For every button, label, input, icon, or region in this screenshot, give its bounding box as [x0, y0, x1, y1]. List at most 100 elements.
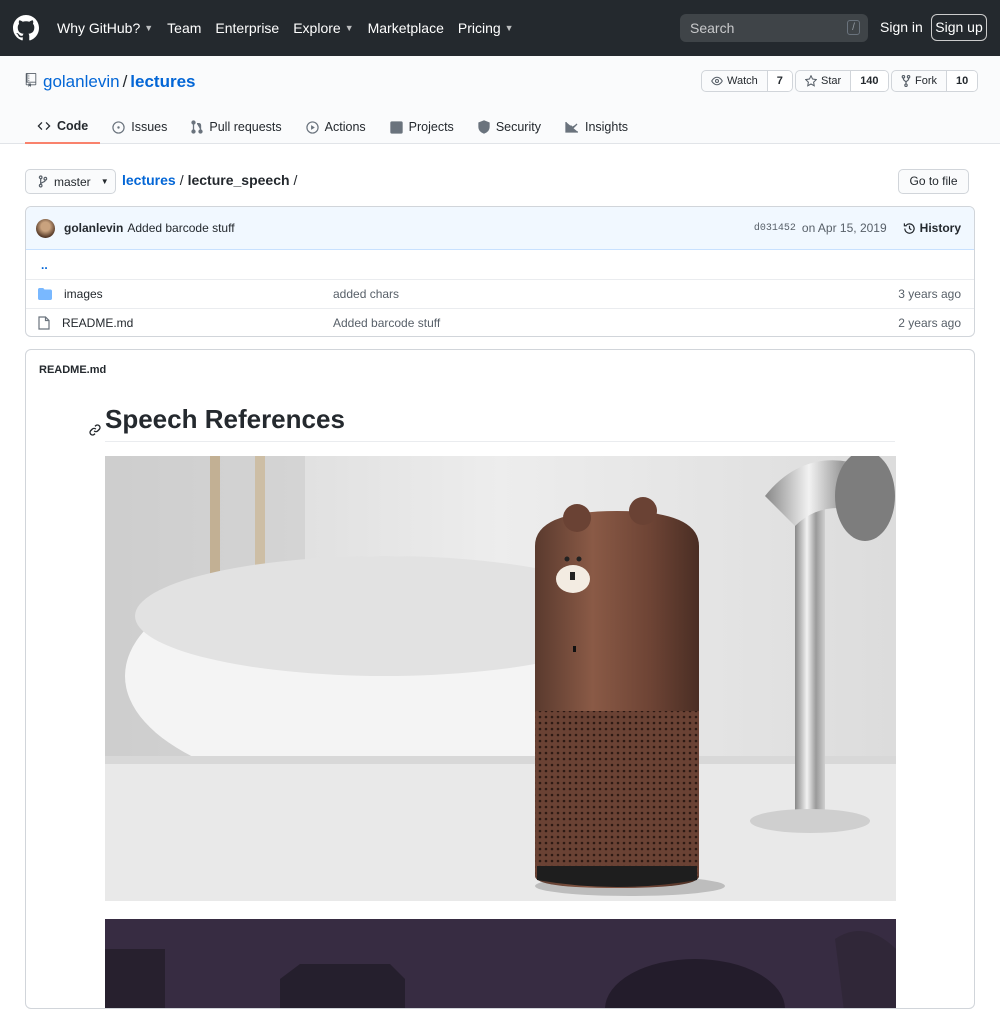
commit-date: on Apr 15, 2019 — [801, 221, 887, 235]
history-icon — [903, 222, 915, 234]
repo-icon — [25, 72, 37, 92]
nav-label: Explore — [293, 20, 341, 36]
watch-group: Watch 7 — [701, 70, 793, 92]
sign-up-button[interactable]: Sign up — [931, 14, 987, 41]
speaker-photo — [105, 456, 896, 901]
readme-image-dark-scene[interactable] — [105, 919, 896, 1008]
readme-heading: Speech References — [89, 404, 895, 442]
go-to-file-button[interactable]: Go to file — [898, 169, 969, 194]
nav-label: Marketplace — [367, 20, 444, 36]
chevron-down-icon: ▼ — [100, 177, 109, 186]
search-input[interactable]: Search / — [680, 14, 868, 42]
tab-actions[interactable]: Actions — [294, 110, 378, 144]
readme-panel: README.md Speech References — [25, 349, 975, 1009]
avatar[interactable] — [36, 218, 55, 238]
breadcrumb: lectures / lecture_speech / — [122, 172, 297, 188]
tab-label: Security — [495, 120, 541, 134]
history-label: History — [919, 221, 961, 235]
branch-select-button[interactable]: master ▼ — [25, 169, 116, 194]
star-button[interactable]: Star — [796, 71, 852, 91]
eye-icon — [711, 76, 723, 86]
star-icon — [805, 75, 817, 87]
breadcrumb-separator: / — [179, 172, 184, 188]
nav-enterprise[interactable]: Enterprise — [215, 20, 279, 36]
repo-tabs: Code Issues Pull requests Actions Projec… — [25, 110, 640, 144]
star-label: Star — [821, 75, 842, 87]
watch-count[interactable]: 7 — [767, 71, 792, 91]
file-commit-message[interactable]: Added barcode stuff — [333, 316, 733, 330]
table-row[interactable]: images added chars 3 years ago — [26, 279, 974, 308]
tab-label: Projects — [408, 120, 454, 134]
readme-heading-text: Speech References — [105, 404, 345, 434]
file-age: 3 years ago — [898, 287, 961, 301]
commit-meta: d031452 on Apr 15, 2019 History — [754, 221, 961, 235]
star-count[interactable]: 140 — [851, 71, 888, 91]
code-icon — [37, 122, 51, 130]
file-name-link[interactable]: README.md — [62, 316, 133, 330]
nav-why-github[interactable]: Why GitHub? ▼ — [57, 20, 153, 36]
nav-label: Pricing — [457, 20, 501, 36]
chevron-down-icon: ▼ — [144, 23, 154, 33]
file-name-cell: images — [38, 287, 333, 301]
search-hotkey-badge: / — [847, 20, 860, 35]
fork-count[interactable]: 10 — [947, 71, 978, 91]
commit-message-link[interactable]: Added barcode stuff — [127, 221, 234, 235]
repo-owner-link[interactable]: golanlevin — [43, 72, 120, 92]
readme-image-smart-speaker[interactable] — [105, 456, 896, 901]
play-icon — [305, 120, 319, 134]
tab-security[interactable]: Security — [466, 110, 553, 144]
readme-filename: README.md — [39, 364, 107, 376]
breadcrumb-separator: / — [293, 172, 298, 188]
watch-button[interactable]: Watch — [702, 71, 768, 91]
site-header: Why GitHub? ▼ Team Enterprise Explore ▼ Ma… — [0, 0, 1000, 56]
search-placeholder: Search — [690, 20, 735, 36]
table-row[interactable]: README.md Added barcode stuff 2 years ag… — [26, 308, 974, 336]
commit-sha-link[interactable]: d031452 — [754, 223, 796, 234]
project-icon — [389, 120, 403, 134]
file-name-link[interactable]: images — [64, 287, 103, 301]
shield-icon — [478, 120, 490, 134]
repo-name-link[interactable]: lectures — [130, 72, 195, 92]
parent-directory-link[interactable]: .. — [26, 250, 974, 279]
breadcrumb-root-link[interactable]: lectures — [122, 172, 176, 188]
github-logo-icon[interactable] — [13, 15, 39, 41]
repo-title: golanlevin / lectures — [25, 72, 196, 92]
tab-issues[interactable]: Issues — [100, 110, 179, 144]
history-link[interactable]: History — [903, 221, 961, 235]
commit-author-link[interactable]: golanlevin — [64, 221, 123, 235]
breadcrumb-current: lecture_speech — [187, 172, 290, 188]
issue-icon — [112, 120, 125, 134]
chevron-down-icon: ▼ — [504, 23, 514, 33]
tab-label: Issues — [131, 120, 168, 134]
tab-label: Insights — [584, 120, 629, 134]
nav-marketplace[interactable]: Marketplace — [368, 20, 444, 36]
star-group: Star 140 — [795, 70, 889, 92]
repo-header: golanlevin / lectures Watch 7 Star 140 F… — [0, 56, 1000, 144]
tab-label: Actions — [324, 120, 366, 134]
chevron-down-icon: ▼ — [344, 23, 354, 33]
tab-insights[interactable]: Insights — [553, 110, 640, 144]
tab-pull-requests[interactable]: Pull requests — [179, 110, 293, 144]
fork-label: Fork — [915, 75, 937, 87]
tab-projects[interactable]: Projects — [378, 110, 466, 144]
file-list: golanlevin Added barcode stuff d031452 o… — [25, 206, 975, 337]
dark-scene-photo — [105, 919, 896, 1008]
file-icon — [38, 316, 50, 330]
tab-code[interactable]: Code — [25, 110, 101, 144]
link-icon[interactable] — [89, 412, 101, 443]
nav-label: Team — [167, 20, 202, 36]
file-age: 2 years ago — [898, 316, 961, 330]
tab-label: Pull requests — [209, 120, 282, 134]
branch-icon — [38, 175, 48, 188]
repo-separator: / — [122, 72, 128, 91]
nav-team[interactable]: Team — [167, 20, 201, 36]
graph-icon — [565, 122, 578, 133]
fork-group: Fork 10 — [891, 70, 979, 92]
sign-in-link[interactable]: Sign in — [880, 19, 923, 35]
fork-button[interactable]: Fork — [892, 71, 947, 91]
file-commit-message[interactable]: added chars — [333, 287, 733, 301]
nav-pricing[interactable]: Pricing ▼ — [458, 20, 514, 36]
branch-name: master — [54, 174, 91, 189]
nav-explore[interactable]: Explore ▼ — [293, 20, 353, 36]
file-name-cell: README.md — [38, 316, 333, 330]
